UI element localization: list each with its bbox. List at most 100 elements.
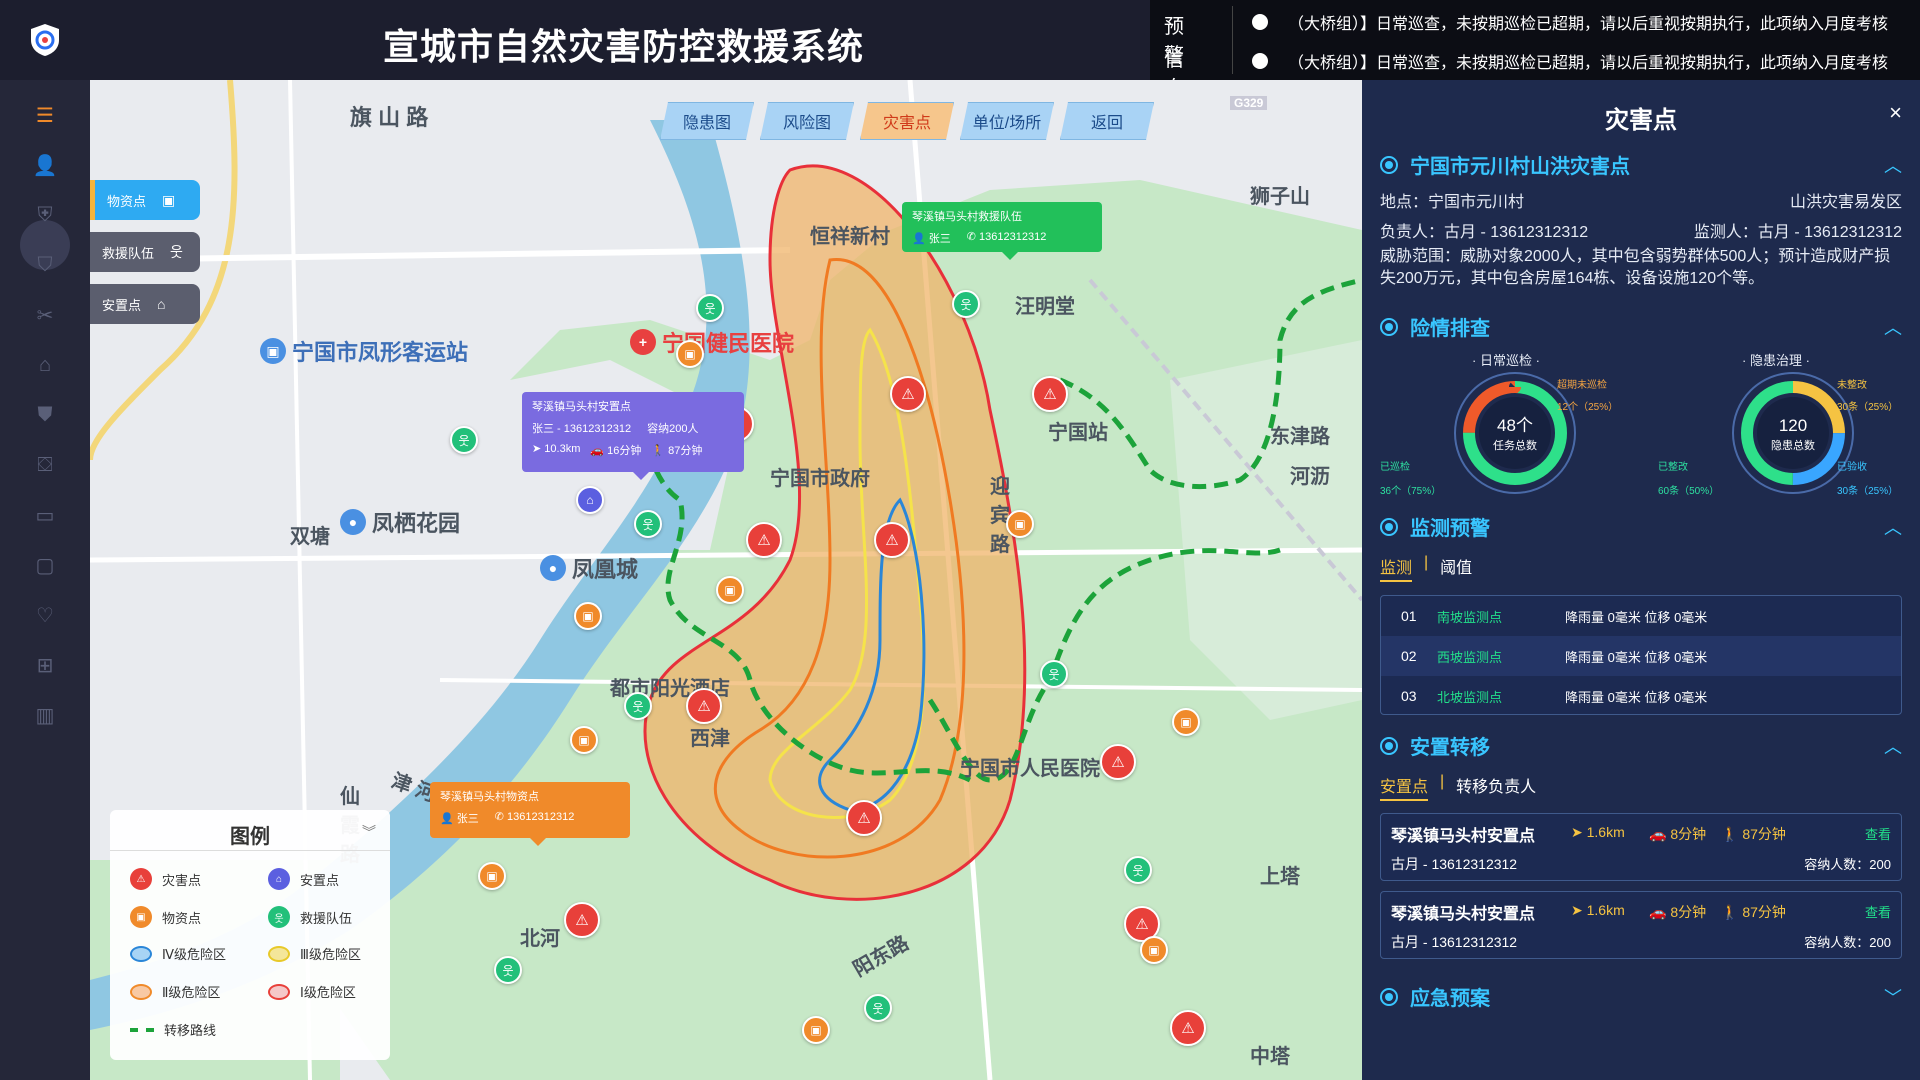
disaster-marker[interactable]: ⚠ [890,376,926,412]
shield-outline-icon[interactable]: ⛊ [30,400,60,430]
tab-relocation-owner[interactable]: 转移负责人 [1456,773,1536,801]
tab-hazard-map[interactable]: 隐患图 [660,102,754,140]
chevron-up-icon[interactable]: ︿ [1884,514,1902,540]
supply-marker[interactable]: ▣ [676,340,704,368]
shelter-card[interactable]: 琴溪镇马头村安置点 ➤ 1.6km 🚗 8分钟 🚶 87分钟 查看 古月 - 1… [1380,813,1902,881]
bullet-icon [1252,14,1268,30]
first-aid-icon[interactable]: ⊞ [30,650,60,680]
tab-disaster-point[interactable]: 灾害点 [860,102,954,140]
rescue-marker[interactable]: 웃 [864,994,892,1022]
fixed-label: 已整改 [1658,462,1688,473]
rescue-marker[interactable]: 웃 [624,692,652,720]
phone-icon: ✆ 13612312312 [494,811,575,823]
bullet-icon [1252,53,1268,69]
poi-hospital[interactable]: + 宁国健民医院 [630,326,794,358]
tools-icon[interactable]: ✂ [30,300,60,330]
disaster-marker[interactable]: ⚠ [564,902,600,938]
poi-community[interactable]: ● 凤栖花园 [340,506,460,538]
rescue-marker[interactable]: 웃 [1040,660,1068,688]
map-label: 狮子山 [1250,186,1310,208]
rescue-popup[interactable]: 琴溪镇马头村救援队伍 👤 张三 ✆ 13612312312 [902,202,1102,260]
poi-bus-station[interactable]: ▣ 宁国市凤形客运站 [260,335,468,367]
disaster-marker[interactable]: ⚠ [874,522,910,558]
tab-threshold[interactable]: 阈值 [1440,554,1472,582]
map-view[interactable]: 旗 山 路 双塘 恒祥新村 汪明堂 宁国市政府 都市阳光酒店 西津 北河 津 河… [90,80,1362,1080]
close-icon[interactable]: × [1889,100,1902,126]
heart-shield-icon[interactable]: ♡ [30,600,60,630]
menu-icon[interactable]: ☰ [30,100,60,130]
map-label: 西津 [690,728,730,750]
toolbox-icon[interactable]: ▭ [30,500,60,530]
section-relocation: 安置转移 [1380,731,1490,760]
chevron-up-icon[interactable]: ︿ [1884,314,1902,340]
rescue-marker[interactable]: 웃 [450,426,478,454]
disaster-icon: ⚠ [130,868,152,890]
shelter-marker[interactable]: ⌂ [576,486,604,514]
supply-marker[interactable]: ▣ [1006,510,1034,538]
disaster-marker[interactable]: ⚠ [1170,1010,1206,1046]
alert-item[interactable]: （大桥组）】日常巡查，未按期巡检已超期，请以后重视按期执行，此项纳入月度考核 [1252,49,1888,73]
supply-marker[interactable]: ▣ [574,602,602,630]
table-row[interactable]: 02 西坡监测点 降雨量 0毫米 位移 0毫米 [1381,636,1901,676]
tab-monitoring[interactable]: 监测 [1380,554,1413,582]
rescue-marker[interactable]: 웃 [1124,856,1152,884]
table-row[interactable]: 03 北坡监测点 降雨量 0毫米 位移 0毫米 [1381,676,1901,716]
shield-alert-icon[interactable]: ⛋ [30,450,60,480]
unfixed-value: 30条（25%） [1837,402,1899,413]
supply-popup[interactable]: 琴溪镇马头村物资点 👤 张三 ✆ 13612312312 [430,782,630,846]
tab-risk-map[interactable]: 风险图 [760,102,854,140]
tab-back[interactable]: 返回 [1060,102,1154,140]
shield-check-icon[interactable]: ⛉ [30,250,60,280]
chevron-up-icon[interactable]: ︿ [1884,152,1902,178]
rescue-marker[interactable]: 웃 [696,294,724,322]
rescue-marker[interactable]: 웃 [634,510,662,538]
supply-marker[interactable]: ▣ [1172,708,1200,736]
layer-shelter-button[interactable]: 安置点 ⌂ [90,284,200,324]
disaster-marker[interactable]: ⚠ [686,688,722,724]
shield-icon[interactable]: ⛨ [30,200,60,230]
tab-shelter[interactable]: 安置点 [1380,773,1429,801]
supply-marker[interactable]: ▣ [716,576,744,604]
supply-marker[interactable]: ▣ [802,1016,830,1044]
disaster-marker[interactable]: ⚠ [1100,744,1136,780]
supply-marker[interactable]: ▣ [478,862,506,890]
map-tabs: 隐患图 风险图 灾害点 单位/场所 返回 [660,102,1154,140]
view-link[interactable]: 查看 [1865,902,1891,921]
panel-title: 灾害点 [1605,107,1677,134]
home-icon: ⌂ [268,868,290,890]
shelter-popup[interactable]: 琴溪镇马头村安置点 张三 - 13612312312 容纳200人 ➤ 10.3k… [522,392,744,480]
chevron-up-icon[interactable]: ︿ [1884,733,1902,759]
rescue-marker[interactable]: 웃 [494,956,522,984]
table-row[interactable]: 01 南坡监测点 降雨量 0毫米 位移 0毫米 [1381,596,1901,636]
user-icon[interactable]: 👤 [30,150,60,180]
tab-units[interactable]: 单位/场所 [960,102,1054,140]
chevron-down-icon[interactable]: ﹀ [1884,984,1902,1010]
monitor-icon[interactable]: ▢ [30,550,60,580]
poi-community[interactable]: ● 凤凰城 [540,552,638,584]
disaster-marker[interactable]: ⚠ [846,800,882,836]
divider [1232,6,1233,74]
donut-center-label: 隐患总数 [1771,438,1815,452]
building-icon[interactable]: ⌂ [30,350,60,380]
rescue-marker[interactable]: 웃 [952,290,980,318]
disaster-marker[interactable]: ⚠ [1032,376,1068,412]
map-label: G329 [1230,96,1268,110]
collapse-icon[interactable]: ︾ [362,822,376,842]
supply-marker[interactable]: ▣ [1140,936,1168,964]
disaster-marker[interactable]: ⚠ [746,522,782,558]
alert-item[interactable]: （大桥组）】日常巡查，未按期巡检已超期，请以后重视按期执行，此项纳入月度考核 [1252,10,1888,34]
section-emergency-plan[interactable]: 应急预案 [1380,982,1490,1011]
layer-rescue-button[interactable]: 救援队伍 웃 [90,232,200,272]
view-link[interactable]: 查看 [1865,824,1891,843]
supply-marker[interactable]: ▣ [570,726,598,754]
walk-icon: 🚶 87分钟 [1721,826,1786,842]
library-icon[interactable]: ▥ [30,700,60,730]
section-dot-icon [1380,155,1398,174]
layer-supply-button[interactable]: 物资点 ▣ [90,180,200,220]
monitoring-table: 01 南坡监测点 降雨量 0毫米 位移 0毫米 02 西坡监测点 降雨量 0毫米 位移 … [1380,595,1902,715]
shelter-card[interactable]: 琴溪镇马头村安置点 ➤ 1.6km 🚗 8分钟 🚶 87分钟 查看 古月 - 1… [1380,891,1902,959]
home-icon: ⌂ [157,296,166,312]
section-inspection: 险情排查 [1380,312,1490,341]
section-dot-icon [1380,987,1398,1006]
legend-item: Ⅲ级危险区 [268,944,361,963]
